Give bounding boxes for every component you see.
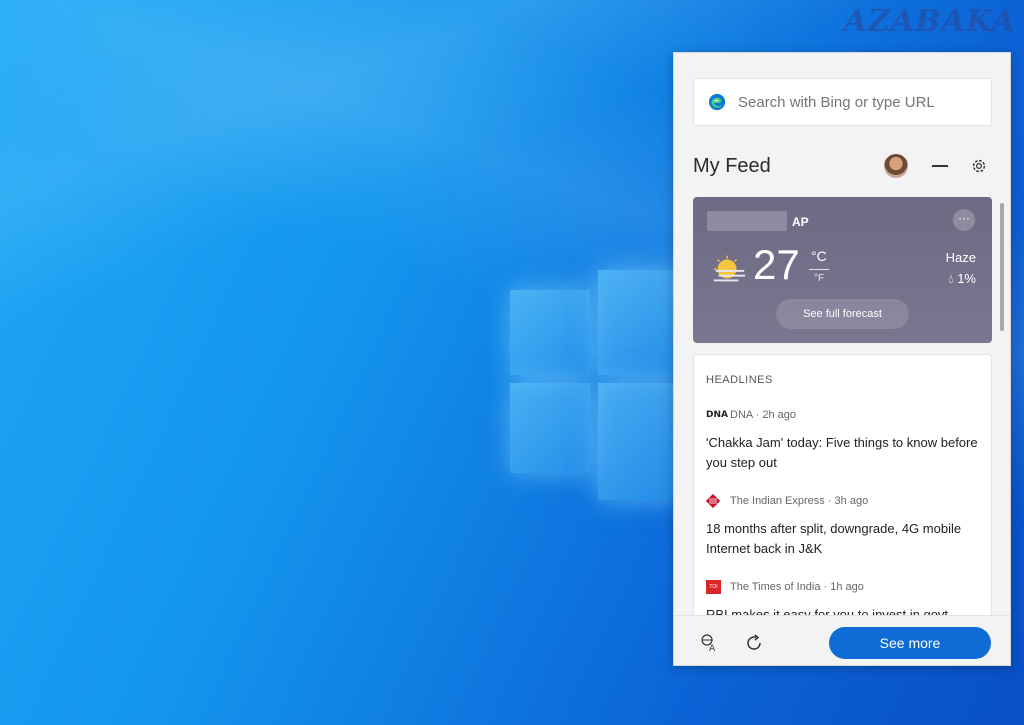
partly-sunny-icon (713, 255, 746, 282)
feed-title: My Feed (693, 154, 771, 177)
svg-text:A: A (709, 644, 716, 652)
temperature: 27 (753, 241, 800, 288)
unit-celsius[interactable]: °C (811, 248, 827, 264)
windows-logo (510, 270, 680, 500)
see-full-forecast-button[interactable]: See full forecast (776, 299, 909, 329)
raindrop-icon: 💧︎ (948, 271, 954, 286)
search-box[interactable] (693, 78, 992, 126)
news-title[interactable]: 'Chakka Jam' today: Five things to know … (706, 433, 986, 473)
news-source-label: The Indian Express · 3h ago (730, 495, 869, 507)
dna-logo: DNA (706, 410, 728, 420)
refresh-icon[interactable] (744, 633, 764, 653)
weather-condition: Haze (945, 250, 976, 265)
news-item[interactable]: DNA DNA · 2h ago 'Chakka Jam' today: Fiv… (706, 407, 986, 473)
unit-fahrenheit[interactable]: °F (814, 273, 824, 284)
language-icon[interactable]: A (700, 634, 718, 652)
scrollbar[interactable] (1000, 203, 1004, 331)
weather-card[interactable]: AP ··· 27 °C °F Haze 💧︎ 1% See full fore… (693, 197, 992, 343)
more-options-button[interactable]: ··· (953, 209, 975, 231)
gear-icon[interactable] (970, 157, 988, 175)
feed-header: My Feed (693, 151, 992, 181)
news-source-label: DNA · 2h ago (730, 409, 797, 421)
avatar[interactable] (884, 154, 908, 178)
indian-express-logo (706, 494, 720, 508)
see-more-button[interactable]: See more (829, 627, 991, 659)
news-item[interactable]: The Indian Express · 3h ago 18 months af… (706, 493, 986, 559)
news-title[interactable]: 18 months after split, downgrade, 4G mob… (706, 519, 986, 559)
precipitation-value: 1% (957, 271, 976, 286)
search-input[interactable] (738, 93, 978, 111)
news-source: TOI The Times of India · 1h ago (706, 579, 986, 595)
weather-location: AP (792, 215, 809, 229)
headlines-title: HEADLINES (706, 374, 773, 386)
news-source-label: The Times of India · 1h ago (730, 581, 864, 593)
location-redacted (707, 211, 787, 231)
unit-divider (809, 269, 829, 270)
minimize-icon[interactable] (932, 165, 948, 167)
news-title[interactable]: RBI makes it easy for you to invest in g… (706, 605, 986, 615)
precipitation: 💧︎ 1% (948, 271, 976, 287)
panel-footer: A See more (674, 615, 1010, 665)
feed-content: AP ··· 27 °C °F Haze 💧︎ 1% See full fore… (693, 197, 993, 615)
news-source: DNA DNA · 2h ago (706, 407, 986, 423)
headlines-card: HEADLINES DNA DNA · 2h ago 'Chakka Jam' … (693, 354, 992, 615)
toi-logo: TOI (706, 580, 721, 594)
news-feed-panel: My Feed AP ··· 27 °C (673, 52, 1011, 666)
news-source: The Indian Express · 3h ago (706, 493, 986, 509)
edge-icon (708, 93, 726, 111)
watermark: AZABAKA (843, 4, 1016, 39)
news-item[interactable]: TOI The Times of India · 1h ago RBI make… (706, 579, 986, 615)
